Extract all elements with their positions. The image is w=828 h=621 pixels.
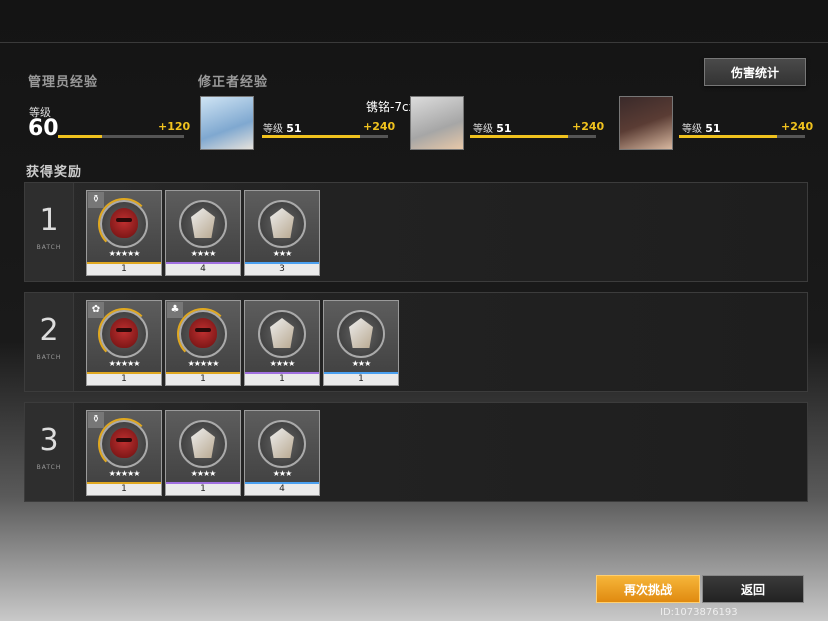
reward-item-card[interactable]: ★★★★ 1 <box>165 410 241 496</box>
item-frame <box>179 200 227 248</box>
item-count: 1 <box>245 374 319 385</box>
reward-item-card[interactable]: ✿ ★★★★★ 1 <box>86 300 162 386</box>
item-count: 1 <box>166 374 240 385</box>
batch-label: BATCH <box>36 244 62 251</box>
rewards-label: 获得奖励 <box>26 165 83 180</box>
back-button[interactable]: 返回 <box>702 575 804 603</box>
item-type-icon: ⚱ <box>88 192 104 208</box>
batch-label: BATCH <box>36 354 62 361</box>
rarity-ring <box>98 198 150 250</box>
admin-level-value: 60 <box>28 116 59 141</box>
admin-exp-bar <box>58 135 184 138</box>
wing-emblem-icon <box>349 318 373 348</box>
wing-emblem-icon <box>270 318 294 348</box>
corrector-exp-label: 修正者经验 <box>198 75 269 90</box>
character-1-exp-gain: +240 <box>363 120 396 133</box>
wing-emblem-icon <box>191 208 215 238</box>
batch-row-3: 3 BATCH ⚱ ★★★★★ 1 ★★★★ 1 ★★★ 4 <box>24 402 808 502</box>
character-3-level: 等级 51 <box>682 122 721 135</box>
reward-item-card[interactable]: ★★★ 1 <box>323 300 399 386</box>
character-3-exp-bar <box>679 135 805 138</box>
item-frame <box>258 420 306 468</box>
damage-stats-button[interactable]: 伤害统计 <box>704 58 806 86</box>
wing-emblem-icon <box>191 428 215 458</box>
reward-item-card[interactable]: ⚱ ★★★★★ 1 <box>86 190 162 276</box>
character-portrait-3 <box>619 96 673 150</box>
character-portrait-1 <box>200 96 254 150</box>
batch-number: 3 <box>39 423 59 458</box>
item-stars: ★★★★★ <box>187 359 220 368</box>
character-1-exp-bar <box>262 135 388 138</box>
item-stars: ★★★★ <box>190 249 217 258</box>
item-count: 1 <box>87 484 161 495</box>
item-count: 1 <box>324 374 398 385</box>
batch-row-1: 1 BATCH ⚱ ★★★★★ 1 ★★★★ 4 ★★★ 3 <box>24 182 808 282</box>
retry-button[interactable]: 再次挑战 <box>596 575 700 603</box>
reward-item-card[interactable]: ★★★ 4 <box>244 410 320 496</box>
batch-number: 2 <box>39 313 59 348</box>
reward-item-card[interactable]: ★★★★ 1 <box>244 300 320 386</box>
item-frame <box>258 200 306 248</box>
reward-item-card[interactable]: ★★★★ 4 <box>165 190 241 276</box>
character-portrait-2 <box>410 96 464 150</box>
rarity-ring <box>177 308 229 360</box>
wing-emblem-icon <box>270 208 294 238</box>
item-count: 4 <box>245 484 319 495</box>
item-count: 1 <box>166 484 240 495</box>
character-1-level: 等级 51 <box>263 122 302 135</box>
item-type-icon: ✿ <box>88 302 104 318</box>
character-2-exp-bar <box>470 135 596 138</box>
item-stars: ★★★★★ <box>108 359 141 368</box>
item-type-icon: ⚱ <box>88 412 104 428</box>
admin-exp-label: 管理员经验 <box>28 75 99 90</box>
item-frame <box>179 420 227 468</box>
item-type-icon: ♣ <box>167 302 183 318</box>
item-stars: ★★★ <box>272 469 293 478</box>
character-2-exp-gain: +240 <box>572 120 605 133</box>
item-count: 4 <box>166 264 240 275</box>
character-2-level: 等级 51 <box>473 122 512 135</box>
item-stars: ★★★★ <box>269 359 296 368</box>
top-divider <box>0 42 828 43</box>
batch-number: 1 <box>39 203 59 238</box>
item-count: 1 <box>87 264 161 275</box>
batch-label: BATCH <box>36 464 62 471</box>
item-stars: ★★★★★ <box>108 249 141 258</box>
reward-item-card[interactable]: ★★★ 3 <box>244 190 320 276</box>
character-2-name: 镌铭-7сх <box>366 100 416 114</box>
user-id: ID:1073876193 <box>660 607 738 618</box>
item-stars: ★★★★ <box>190 469 217 478</box>
batch-row-2: 2 BATCH ✿ ★★★★★ 1 ♣ ★★★★★ 1 ★★★★ 1 ★★★ 1 <box>24 292 808 392</box>
item-frame <box>258 310 306 358</box>
reward-item-card[interactable]: ⚱ ★★★★★ 1 <box>86 410 162 496</box>
admin-exp-gain: +120 <box>158 120 191 133</box>
wing-emblem-icon <box>270 428 294 458</box>
character-3-exp-gain: +240 <box>781 120 814 133</box>
item-stars: ★★★★★ <box>108 469 141 478</box>
rarity-ring <box>98 308 150 360</box>
item-frame <box>337 310 385 358</box>
rarity-ring <box>98 418 150 470</box>
item-stars: ★★★ <box>272 249 293 258</box>
reward-item-card[interactable]: ♣ ★★★★★ 1 <box>165 300 241 386</box>
item-count: 1 <box>87 374 161 385</box>
item-stars: ★★★ <box>351 359 372 368</box>
item-count: 3 <box>245 264 319 275</box>
